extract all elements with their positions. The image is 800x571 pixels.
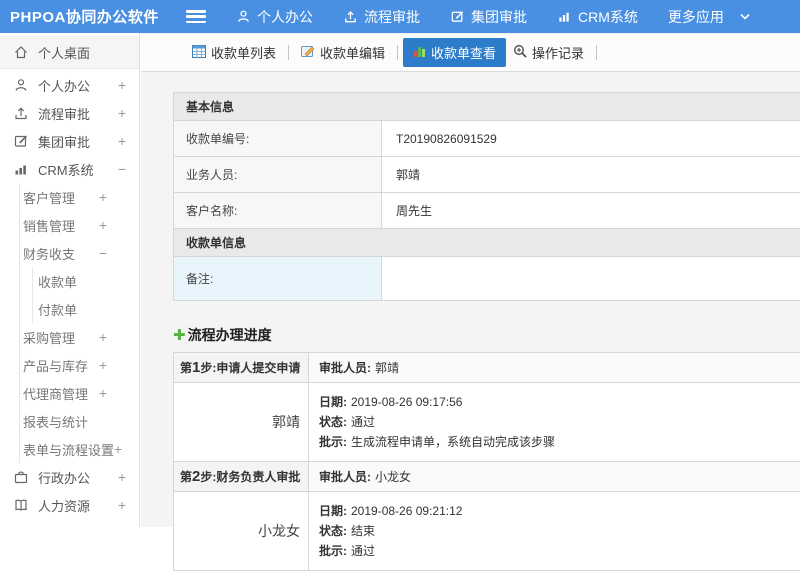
section-header-basic-info: 基本信息 xyxy=(174,93,800,121)
sidebar-item-personal-office[interactable]: 个人办公 + xyxy=(0,71,139,99)
basic-info-table: 基本信息 收款单编号: T20190826091529 业务人员: 郭靖 客户名… xyxy=(173,92,800,301)
chart-icon xyxy=(13,161,29,177)
sidebar-item-finance-inout[interactable]: 财务收支 − xyxy=(20,239,139,267)
hamburger-menu-icon[interactable] xyxy=(186,10,206,23)
tab-separator xyxy=(288,45,289,60)
tab-separator xyxy=(596,45,597,60)
table-row: 客户名称: 周先生 xyxy=(174,193,800,229)
expand-icon[interactable]: + xyxy=(118,105,126,121)
flow-icon xyxy=(343,9,358,24)
sidebar-item-payment-form[interactable]: 付款单 xyxy=(33,295,139,323)
sidebar-item-human-resources[interactable]: 人力资源 + xyxy=(0,491,139,519)
table-row: 小龙女 日期:2019-08-26 09:21:12 状态:结束 批示:通过 xyxy=(174,492,800,571)
table-row: 第1步:申请人提交申请 审批人员:郭靖 xyxy=(174,353,800,383)
app-title: PHPOA协同办公软件 xyxy=(0,6,186,27)
sidebar-item-purchase-mgmt[interactable]: 采购管理 + xyxy=(20,323,139,351)
salesperson-label: 业务人员: xyxy=(174,157,382,193)
sidebar-item-workflow-approval[interactable]: 流程审批 + xyxy=(0,99,139,127)
sidebar-item-admin-office[interactable]: 行政办公 + xyxy=(0,463,139,491)
nav-crm-system[interactable]: CRM系统 xyxy=(557,7,638,27)
edit-doc-icon xyxy=(301,45,315,61)
chart-icon xyxy=(557,9,572,24)
tab-receipt-list[interactable]: 收款单列表 xyxy=(185,39,283,66)
receipt-number-value: T20190826091529 xyxy=(382,121,800,157)
receipt-view-panel: 基本信息 收款单编号: T20190826091529 业务人员: 郭靖 客户名… xyxy=(141,72,800,571)
expand-icon[interactable]: + xyxy=(118,133,126,149)
table-row: 备注: xyxy=(174,257,800,301)
salesperson-value: 郭靖 xyxy=(382,157,800,193)
table-row: 收款单编号: T20190826091529 xyxy=(174,121,800,157)
step-2-detail: 日期:2019-08-26 09:21:12 状态:结束 批示:通过 xyxy=(309,492,800,571)
tab-receipt-edit[interactable]: 收款单编辑 xyxy=(294,39,392,66)
expand-icon[interactable]: + xyxy=(99,357,107,373)
step-1-approver-name: 郭靖 xyxy=(174,383,309,462)
step-1-detail: 日期:2019-08-26 09:17:56 状态:通过 批示:生成流程申请单，… xyxy=(309,383,800,462)
plus-icon: ✚ xyxy=(173,328,186,343)
user-icon xyxy=(13,77,29,93)
chevron-down-icon[interactable] xyxy=(740,13,750,20)
expand-icon[interactable]: + xyxy=(118,497,126,513)
step-2-approver: 审批人员:小龙女 xyxy=(309,462,800,492)
sidebar-item-personal-desktop[interactable]: 个人桌面 xyxy=(0,36,139,69)
nav-more-apps[interactable]: 更多应用 xyxy=(668,7,724,27)
tab-bar: 收款单列表 收款单编辑 收款单查看 操作记录 xyxy=(141,33,800,72)
receipt-number-label: 收款单编号: xyxy=(174,121,382,157)
edit-icon xyxy=(450,9,465,24)
sidebar-item-sales-mgmt[interactable]: 销售管理 + xyxy=(20,211,139,239)
remark-value xyxy=(382,257,800,301)
step-2-approver-name: 小龙女 xyxy=(174,492,309,571)
nav-workflow-approval[interactable]: 流程审批 xyxy=(343,7,420,27)
step-2-title: 第2步:财务负责人审批 xyxy=(174,462,309,492)
expand-icon[interactable]: + xyxy=(118,469,126,485)
top-header-bar: PHPOA协同办公软件 个人办公 流程审批 集团审批 CRM系统 更多应用 xyxy=(0,0,800,33)
expand-icon[interactable]: + xyxy=(99,385,107,401)
finance-submenu: 收款单 付款单 xyxy=(32,267,139,323)
sidebar-item-crm-system[interactable]: CRM系统 − xyxy=(0,155,139,183)
nav-group-approval[interactable]: 集团审批 xyxy=(450,7,527,27)
crm-submenu: 客户管理 + 销售管理 + 财务收支 − 收款单 付款单 采购管理 + 产品与库… xyxy=(19,183,139,463)
sidebar-item-agent-mgmt[interactable]: 代理商管理 + xyxy=(20,379,139,407)
home-icon xyxy=(13,44,29,60)
table-list-icon xyxy=(192,45,206,61)
nav-personal-office[interactable]: 个人办公 xyxy=(236,7,313,27)
customer-name-label: 客户名称: xyxy=(174,193,382,229)
remark-label: 备注: xyxy=(174,257,382,301)
expand-icon[interactable]: + xyxy=(114,441,122,457)
step-1-title: 第1步:申请人提交申请 xyxy=(174,353,309,383)
sidebar-item-group-approval[interactable]: 集团审批 + xyxy=(0,127,139,155)
step-1-approver: 审批人员:郭靖 xyxy=(309,353,800,383)
sidebar-item-reports-stats[interactable]: 报表与统计 xyxy=(20,407,139,435)
process-progress-title: ✚ 流程办理进度 xyxy=(173,325,800,345)
section-header-receipt-info: 收款单信息 xyxy=(174,229,800,257)
collapse-icon[interactable]: − xyxy=(118,161,126,177)
sidebar-item-customer-mgmt[interactable]: 客户管理 + xyxy=(20,183,139,211)
expand-icon[interactable]: + xyxy=(99,217,107,233)
sidebar-item-form-flow-settings[interactable]: 表单与流程设置+ xyxy=(20,435,139,463)
customer-name-value: 周先生 xyxy=(382,193,800,229)
mini-chart-icon xyxy=(413,45,426,60)
user-icon xyxy=(236,9,251,24)
process-progress-table: 第1步:申请人提交申请 审批人员:郭靖 郭靖 日期:2019-08-26 09:… xyxy=(173,352,800,571)
table-row: 业务人员: 郭靖 xyxy=(174,157,800,193)
table-row: 第2步:财务负责人审批 审批人员:小龙女 xyxy=(174,462,800,492)
collapse-icon[interactable]: − xyxy=(99,245,107,261)
tab-operation-log[interactable]: 操作记录 xyxy=(506,39,591,66)
book-icon xyxy=(13,497,29,513)
main-content-area: 收款单列表 收款单编辑 收款单查看 操作记录 基本信息 收款单编号: T2019… xyxy=(141,33,800,527)
briefcase-icon xyxy=(13,469,29,485)
sidebar-nav: 个人桌面 个人办公 + 流程审批 + 集团审批 + CRM系统 − 客户管理 +… xyxy=(0,33,140,527)
tab-separator xyxy=(397,45,398,60)
sidebar-item-product-inventory[interactable]: 产品与库存 + xyxy=(20,351,139,379)
zoom-in-icon xyxy=(513,44,527,61)
expand-icon[interactable]: + xyxy=(118,77,126,93)
flow-icon xyxy=(13,105,29,121)
edit-icon xyxy=(13,133,29,149)
table-row: 郭靖 日期:2019-08-26 09:17:56 状态:通过 批示:生成流程申… xyxy=(174,383,800,462)
expand-icon[interactable]: + xyxy=(99,189,107,205)
expand-icon[interactable]: + xyxy=(99,329,107,345)
tab-receipt-view[interactable]: 收款单查看 xyxy=(403,38,506,67)
sidebar-item-receipt-form[interactable]: 收款单 xyxy=(33,267,139,295)
